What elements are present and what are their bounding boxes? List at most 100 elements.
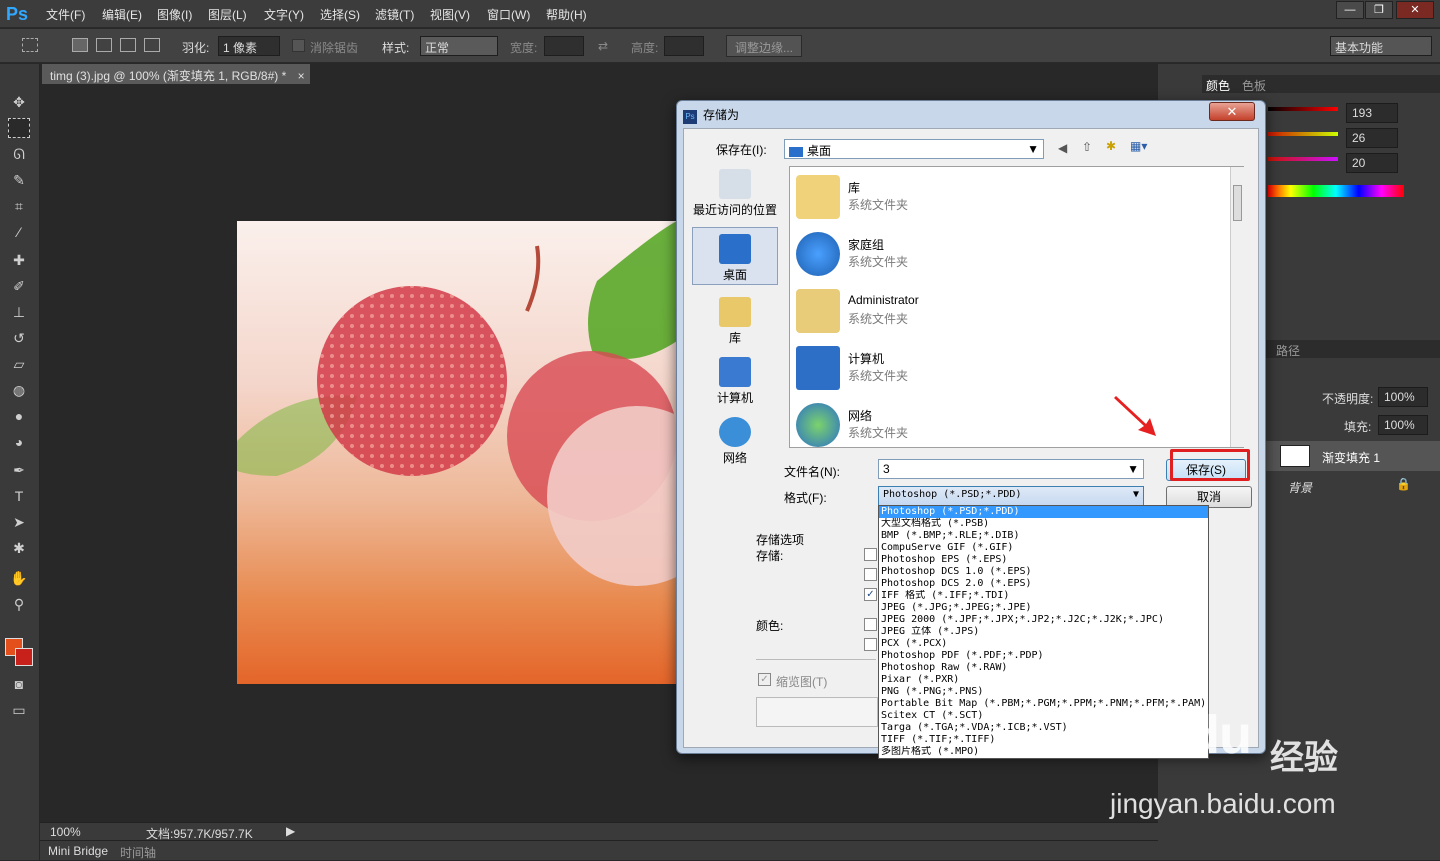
document-tab[interactable]: timg (3).jpg @ 100% (渐变填充 1, RGB/8#) * × — [42, 64, 310, 84]
crop-tool-icon[interactable]: ⌗ — [8, 196, 30, 216]
blue-value[interactable]: 20 — [1346, 153, 1398, 173]
menu-window[interactable]: 窗口(W) — [487, 6, 530, 23]
format-option[interactable]: Pixar (*.PXR) — [879, 674, 1208, 686]
list-item[interactable]: 家庭组 系统文件夹 — [794, 228, 1234, 278]
quick-mask-icon[interactable]: ◙ — [8, 674, 30, 694]
format-option[interactable]: Photoshop DCS 2.0 (*.EPS) — [879, 578, 1208, 590]
menu-view[interactable]: 视图(V) — [430, 6, 470, 23]
restore-button[interactable]: ❐ — [1365, 1, 1393, 19]
dodge-tool-icon[interactable]: ◕ — [8, 432, 30, 452]
format-option[interactable]: Photoshop DCS 1.0 (*.EPS) — [879, 566, 1208, 578]
format-option[interactable]: JPEG 2000 (*.JPF;*.JPX;*.JP2;*.J2C;*.J2K… — [879, 614, 1208, 626]
canvas-image[interactable] — [237, 221, 677, 684]
status-menu-arrow-icon[interactable]: ▶ — [286, 824, 295, 838]
format-option[interactable]: 大型文档格式 (*.PSB) — [879, 518, 1208, 530]
minimize-button[interactable]: — — [1336, 1, 1364, 19]
tab-swatches[interactable]: 色板 — [1242, 77, 1266, 94]
format-option[interactable]: JPEG (*.JPG;*.JPEG;*.JPE) — [879, 602, 1208, 614]
style-select[interactable]: 正常 — [420, 36, 498, 56]
blur-tool-icon[interactable]: ● — [8, 406, 30, 426]
close-app-button[interactable]: ✕ — [1396, 1, 1434, 19]
new-folder-icon[interactable]: ✱ — [1106, 139, 1116, 153]
format-select[interactable]: Photoshop (*.PSD;*.PDD) ▼ — [878, 486, 1144, 506]
hand-tool-icon[interactable]: ✋ — [8, 568, 30, 588]
eyedropper-tool-icon[interactable]: ⁄ — [8, 222, 30, 242]
layer-row-gradient[interactable]: 渐变填充 1 — [1266, 441, 1440, 471]
brush-tool-icon[interactable]: ✐ — [8, 276, 30, 296]
save-option-checkbox[interactable] — [864, 548, 877, 561]
new-selection-icon[interactable] — [72, 38, 88, 52]
up-folder-icon[interactable]: ⇧ — [1082, 140, 1092, 154]
type-tool-icon[interactable]: T — [8, 486, 30, 506]
format-option[interactable]: Photoshop Raw (*.RAW) — [879, 662, 1208, 674]
format-option[interactable]: JPEG 立体 (*.JPS) — [879, 626, 1208, 638]
save-option-checkbox[interactable] — [864, 568, 877, 581]
thumbnail-checkbox[interactable]: ✓ — [758, 673, 771, 686]
file-list-scrollbar[interactable] — [1230, 167, 1244, 447]
height-input[interactable] — [664, 36, 704, 56]
menu-image[interactable]: 图像(I) — [157, 6, 192, 23]
tab-paths[interactable]: 路径 — [1276, 342, 1300, 359]
subtract-selection-icon[interactable] — [120, 38, 136, 52]
menu-select[interactable]: 选择(S) — [320, 6, 360, 23]
place-recent[interactable]: 最近访问的位置 — [692, 169, 778, 218]
color-option-checkbox[interactable] — [864, 618, 877, 631]
tab-mini-bridge[interactable]: Mini Bridge — [48, 844, 108, 858]
tab-color[interactable]: 颜色 — [1206, 77, 1230, 94]
stamp-tool-icon[interactable]: ⊥ — [8, 302, 30, 322]
document-tab-close-icon[interactable]: × — [298, 69, 305, 83]
move-tool-icon[interactable]: ✥ — [8, 92, 30, 112]
refine-edge-button[interactable]: 调整边缘... — [726, 35, 803, 57]
blue-slider[interactable] — [1268, 157, 1338, 161]
menu-help[interactable]: 帮助(H) — [546, 6, 587, 23]
marquee-tool-icon[interactable] — [22, 38, 38, 52]
back-icon[interactable]: ◀ — [1058, 141, 1067, 155]
shape-tool-icon[interactable]: ✱ — [8, 538, 30, 558]
red-value[interactable]: 193 — [1346, 103, 1398, 123]
screen-mode-icon[interactable]: ▭ — [8, 700, 30, 720]
menu-type[interactable]: 文字(Y) — [264, 6, 304, 23]
list-item[interactable]: 库系统文件夹 — [794, 171, 1234, 221]
format-option[interactable]: CompuServe GIF (*.GIF) — [879, 542, 1208, 554]
eraser-tool-icon[interactable]: ▱ — [8, 354, 30, 374]
add-selection-icon[interactable] — [96, 38, 112, 52]
fill-input[interactable]: 100% — [1378, 415, 1428, 435]
menu-edit[interactable]: 编辑(E) — [102, 6, 142, 23]
marquee-tool-icon[interactable] — [8, 118, 30, 138]
swap-icon[interactable]: ⇄ — [598, 39, 608, 53]
format-option[interactable]: Photoshop (*.PSD;*.PDD) — [879, 506, 1208, 518]
place-network[interactable]: 网络 — [692, 417, 778, 466]
feather-input[interactable]: 1 像素 — [218, 36, 280, 56]
workspace-select[interactable]: 基本功能 — [1330, 36, 1432, 56]
place-desktop[interactable]: 桌面 — [692, 227, 778, 285]
menu-filter[interactable]: 滤镜(T) — [375, 6, 414, 23]
healing-brush-icon[interactable]: ✚ — [8, 250, 30, 270]
zoom-tool-icon[interactable]: ⚲ — [8, 594, 30, 614]
pen-tool-icon[interactable]: ✒ — [8, 460, 30, 480]
quick-select-tool-icon[interactable]: ✎ — [8, 170, 30, 190]
format-option[interactable]: PNG (*.PNG;*.PNS) — [879, 686, 1208, 698]
history-brush-icon[interactable]: ↺ — [8, 328, 30, 348]
place-libraries[interactable]: 库 — [692, 297, 778, 346]
intersect-selection-icon[interactable] — [144, 38, 160, 52]
tab-timeline[interactable]: 时间轴 — [120, 844, 156, 861]
red-slider[interactable] — [1268, 107, 1338, 111]
green-slider[interactable] — [1268, 132, 1338, 136]
list-item[interactable]: 网络 系统文件夹 — [794, 399, 1234, 449]
background-color-swatch[interactable] — [15, 648, 33, 666]
layer-row-background[interactable]: 背景 🔒 — [1266, 473, 1440, 499]
antialias-checkbox[interactable] — [292, 39, 305, 52]
color-ramp[interactable] — [1268, 185, 1404, 197]
color-option-checkbox[interactable] — [864, 638, 877, 651]
scrollbar-thumb[interactable] — [1233, 185, 1242, 221]
opacity-input[interactable]: 100% — [1378, 387, 1428, 407]
format-option[interactable]: IFF 格式 (*.IFF;*.TDI) — [879, 590, 1208, 602]
menu-layer[interactable]: 图层(L) — [208, 6, 247, 23]
zoom-level[interactable]: 100% — [50, 825, 81, 839]
format-option[interactable]: Photoshop EPS (*.EPS) — [879, 554, 1208, 566]
list-item[interactable]: 计算机 系统文件夹 — [794, 342, 1234, 392]
dialog-close-button[interactable]: ✕ — [1209, 102, 1255, 121]
format-option[interactable]: Photoshop PDF (*.PDF;*.PDP) — [879, 650, 1208, 662]
paint-bucket-icon[interactable]: ◍ — [8, 380, 30, 400]
list-item[interactable]: Administrator 系统文件夹 — [794, 285, 1234, 335]
